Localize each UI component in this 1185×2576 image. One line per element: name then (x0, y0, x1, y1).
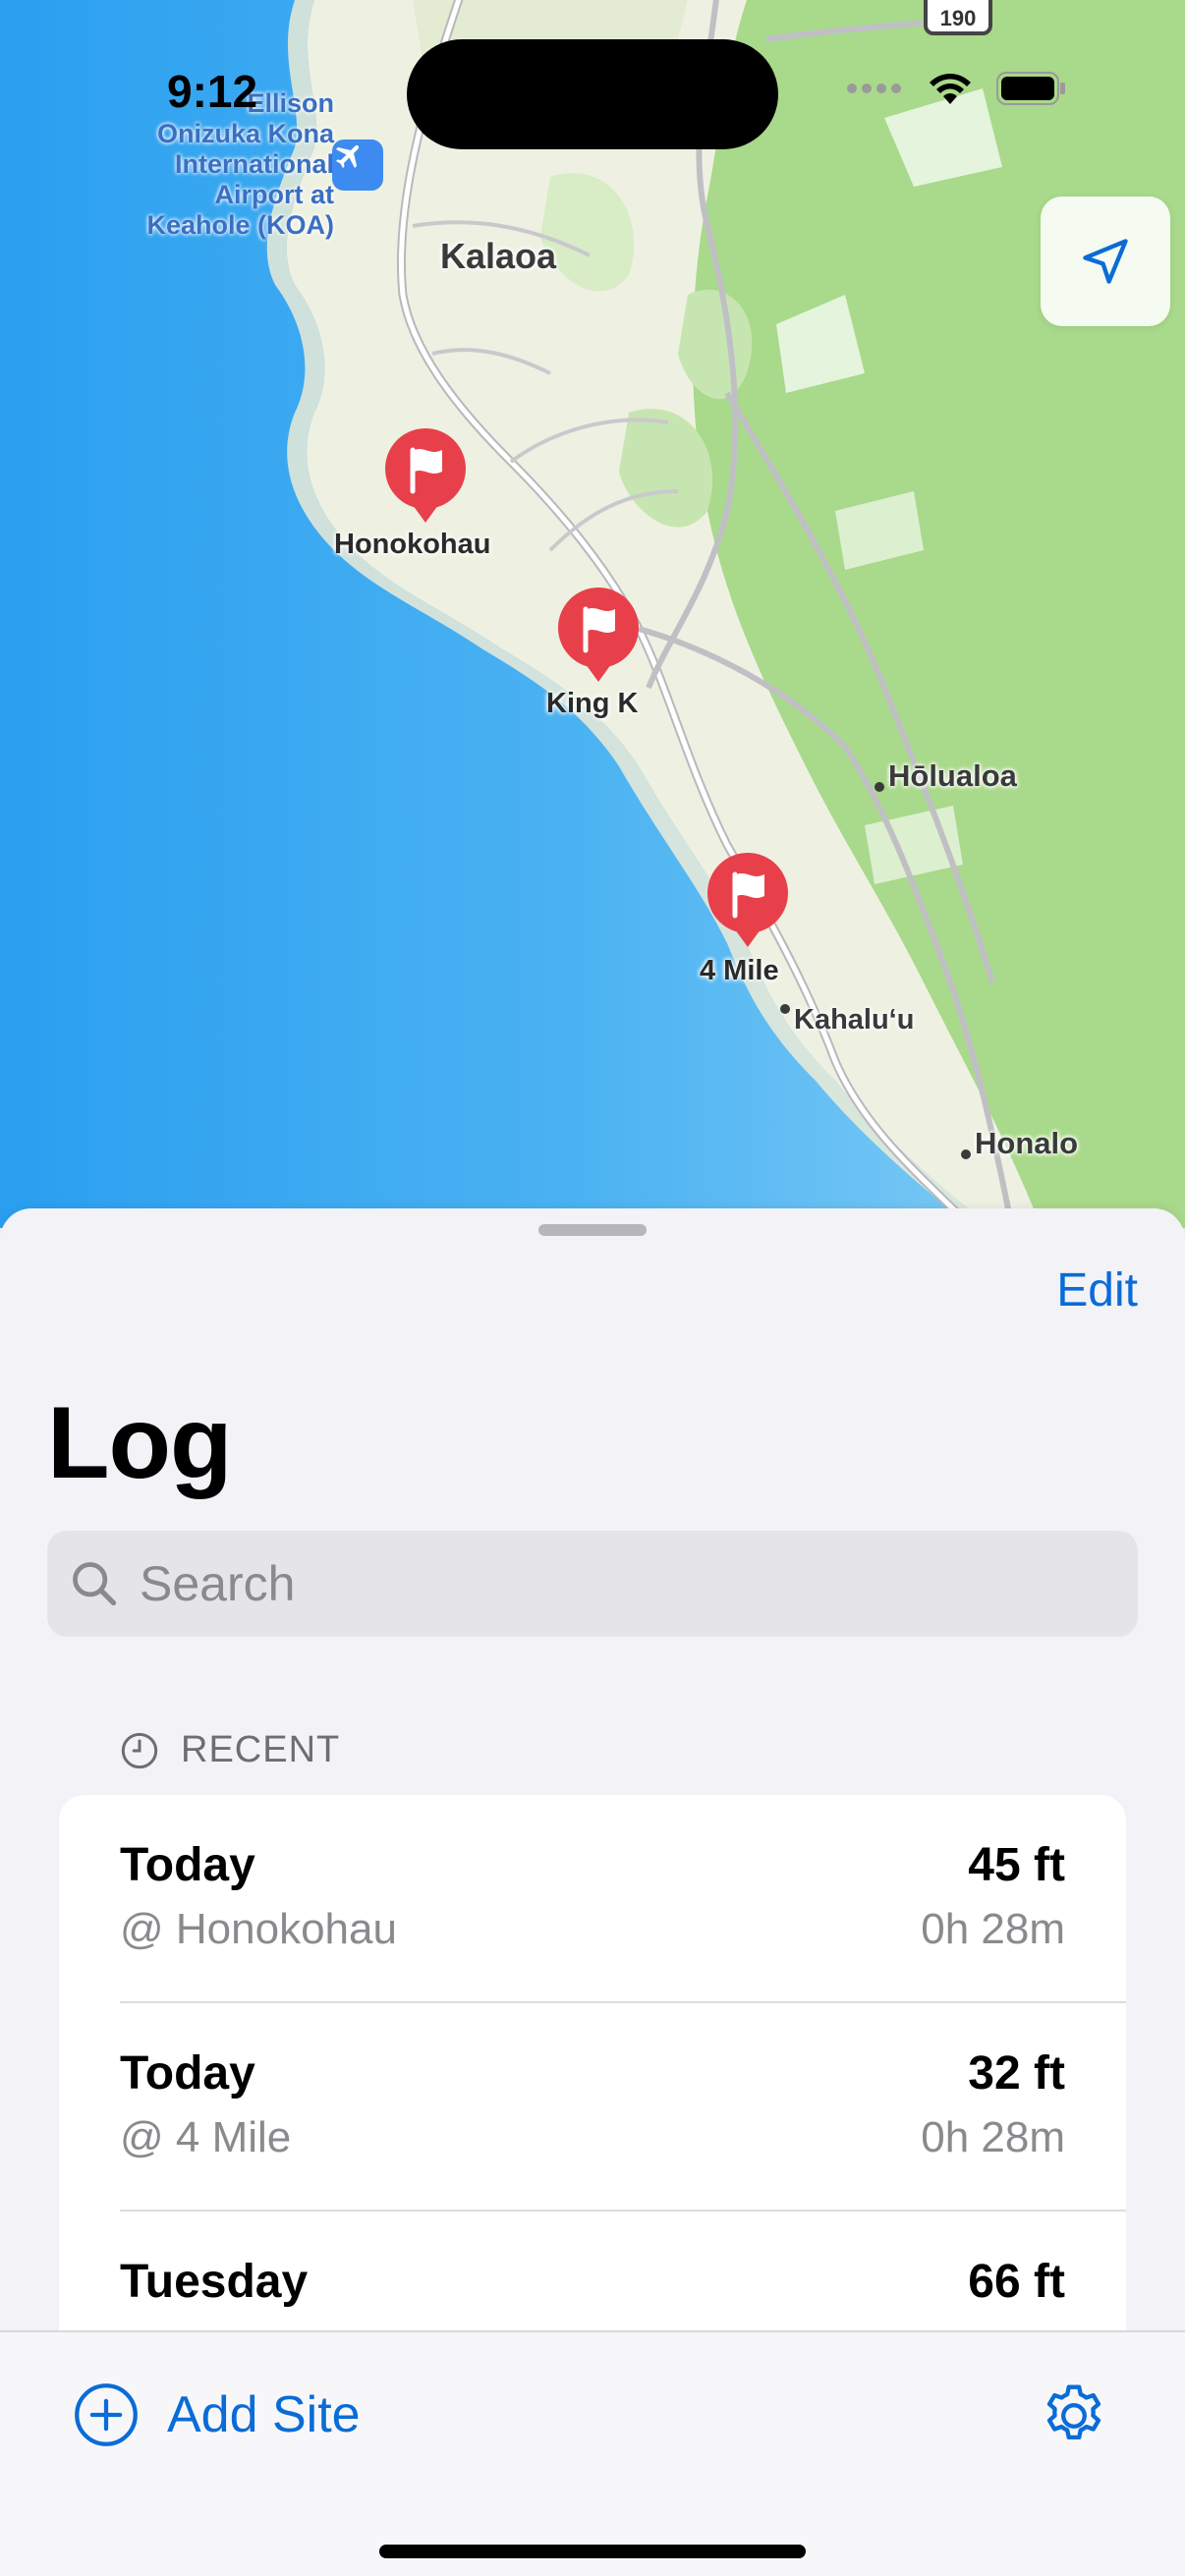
settings-button[interactable] (1038, 2380, 1110, 2457)
wifi-icon (930, 74, 971, 104)
status-time: 9:12 (167, 66, 258, 117)
screen: 190 Ellison Onizuka Kona International A… (0, 0, 1185, 2576)
search-input[interactable] (138, 1554, 1085, 1613)
airplane-icon[interactable] (332, 140, 383, 191)
entry-duration: 0h 28m (921, 2113, 1065, 2161)
recent-list: Today @ Honokohau 45 ft 0h 28m Today @ 4… (59, 1795, 1126, 2384)
town-dot (961, 1149, 971, 1159)
map-view[interactable]: 190 Ellison Onizuka Kona International A… (0, 0, 1185, 1228)
cellular-signal-icon (847, 84, 901, 93)
section-header-recent: RECENT (120, 1729, 340, 1771)
airport-label-line: International (174, 149, 334, 179)
map-label-kahaluu: Kahalu‘u (794, 1004, 915, 1036)
bottom-toolbar: Add Site (0, 2330, 1185, 2576)
entry-depth: 32 ft (968, 2047, 1065, 2100)
plus-circle-icon (75, 2383, 138, 2446)
map-label-honalo: Honalo (975, 1126, 1079, 1160)
flag-pin-icon (558, 588, 639, 682)
flag-pin-icon (385, 428, 466, 523)
home-indicator (379, 2545, 806, 2558)
clock-icon (121, 1732, 158, 1768)
airport-label-line: Keahole (KOA) (146, 210, 334, 240)
locate-me-button[interactable] (1041, 196, 1170, 326)
airport-label-line: Onizuka Kona (156, 119, 334, 148)
search-icon (73, 1562, 117, 1606)
airport-label-line: Airport at (214, 180, 335, 209)
log-entry-row[interactable]: Today @ 4 Mile 32 ft 0h 28m (59, 2003, 1126, 2211)
entry-duration: 0h 28m (921, 1905, 1065, 1953)
section-title: RECENT (181, 1729, 341, 1770)
town-dot (780, 1004, 790, 1014)
pin-label[interactable]: 4 Mile (700, 955, 779, 987)
flag-pin-icon (707, 853, 788, 947)
log-entry-row[interactable]: Today @ Honokohau 45 ft 0h 28m (59, 1795, 1126, 2002)
battery-icon (996, 72, 1065, 105)
entry-depth: 45 ft (968, 1839, 1065, 1891)
route-190-shield: 190 (924, 0, 992, 35)
dive-site-pin[interactable] (556, 586, 641, 684)
sheet-grabber[interactable] (538, 1224, 647, 1236)
edit-button[interactable]: Edit (1056, 1263, 1138, 1317)
page-title: Log (47, 1386, 233, 1500)
entry-day: Today (120, 1839, 255, 1891)
status-icons (845, 71, 1067, 106)
dive-site-pin[interactable] (705, 851, 790, 949)
add-site-button[interactable]: Add Site (73, 2381, 361, 2448)
location-arrow-icon (1083, 239, 1128, 284)
pin-label[interactable]: Honokohau (334, 529, 491, 561)
gear-icon (1046, 2384, 1101, 2440)
pin-label[interactable]: King K (546, 688, 638, 720)
entry-depth: 66 ft (968, 2256, 1065, 2308)
map-label-kalaoa: Kalaoa (440, 236, 557, 276)
entry-site: @ Honokohau (120, 1905, 397, 1953)
entry-day: Today (120, 2047, 255, 2100)
entry-day: Tuesday (120, 2256, 309, 2308)
add-site-label: Add Site (167, 2386, 361, 2443)
dive-site-pin[interactable] (383, 426, 468, 525)
map-label-holualoa: Hōlualoa (888, 758, 1017, 793)
town-dot (875, 782, 884, 792)
search-field[interactable] (47, 1531, 1138, 1637)
dynamic-island (407, 39, 778, 149)
entry-site: @ 4 Mile (120, 2113, 292, 2161)
